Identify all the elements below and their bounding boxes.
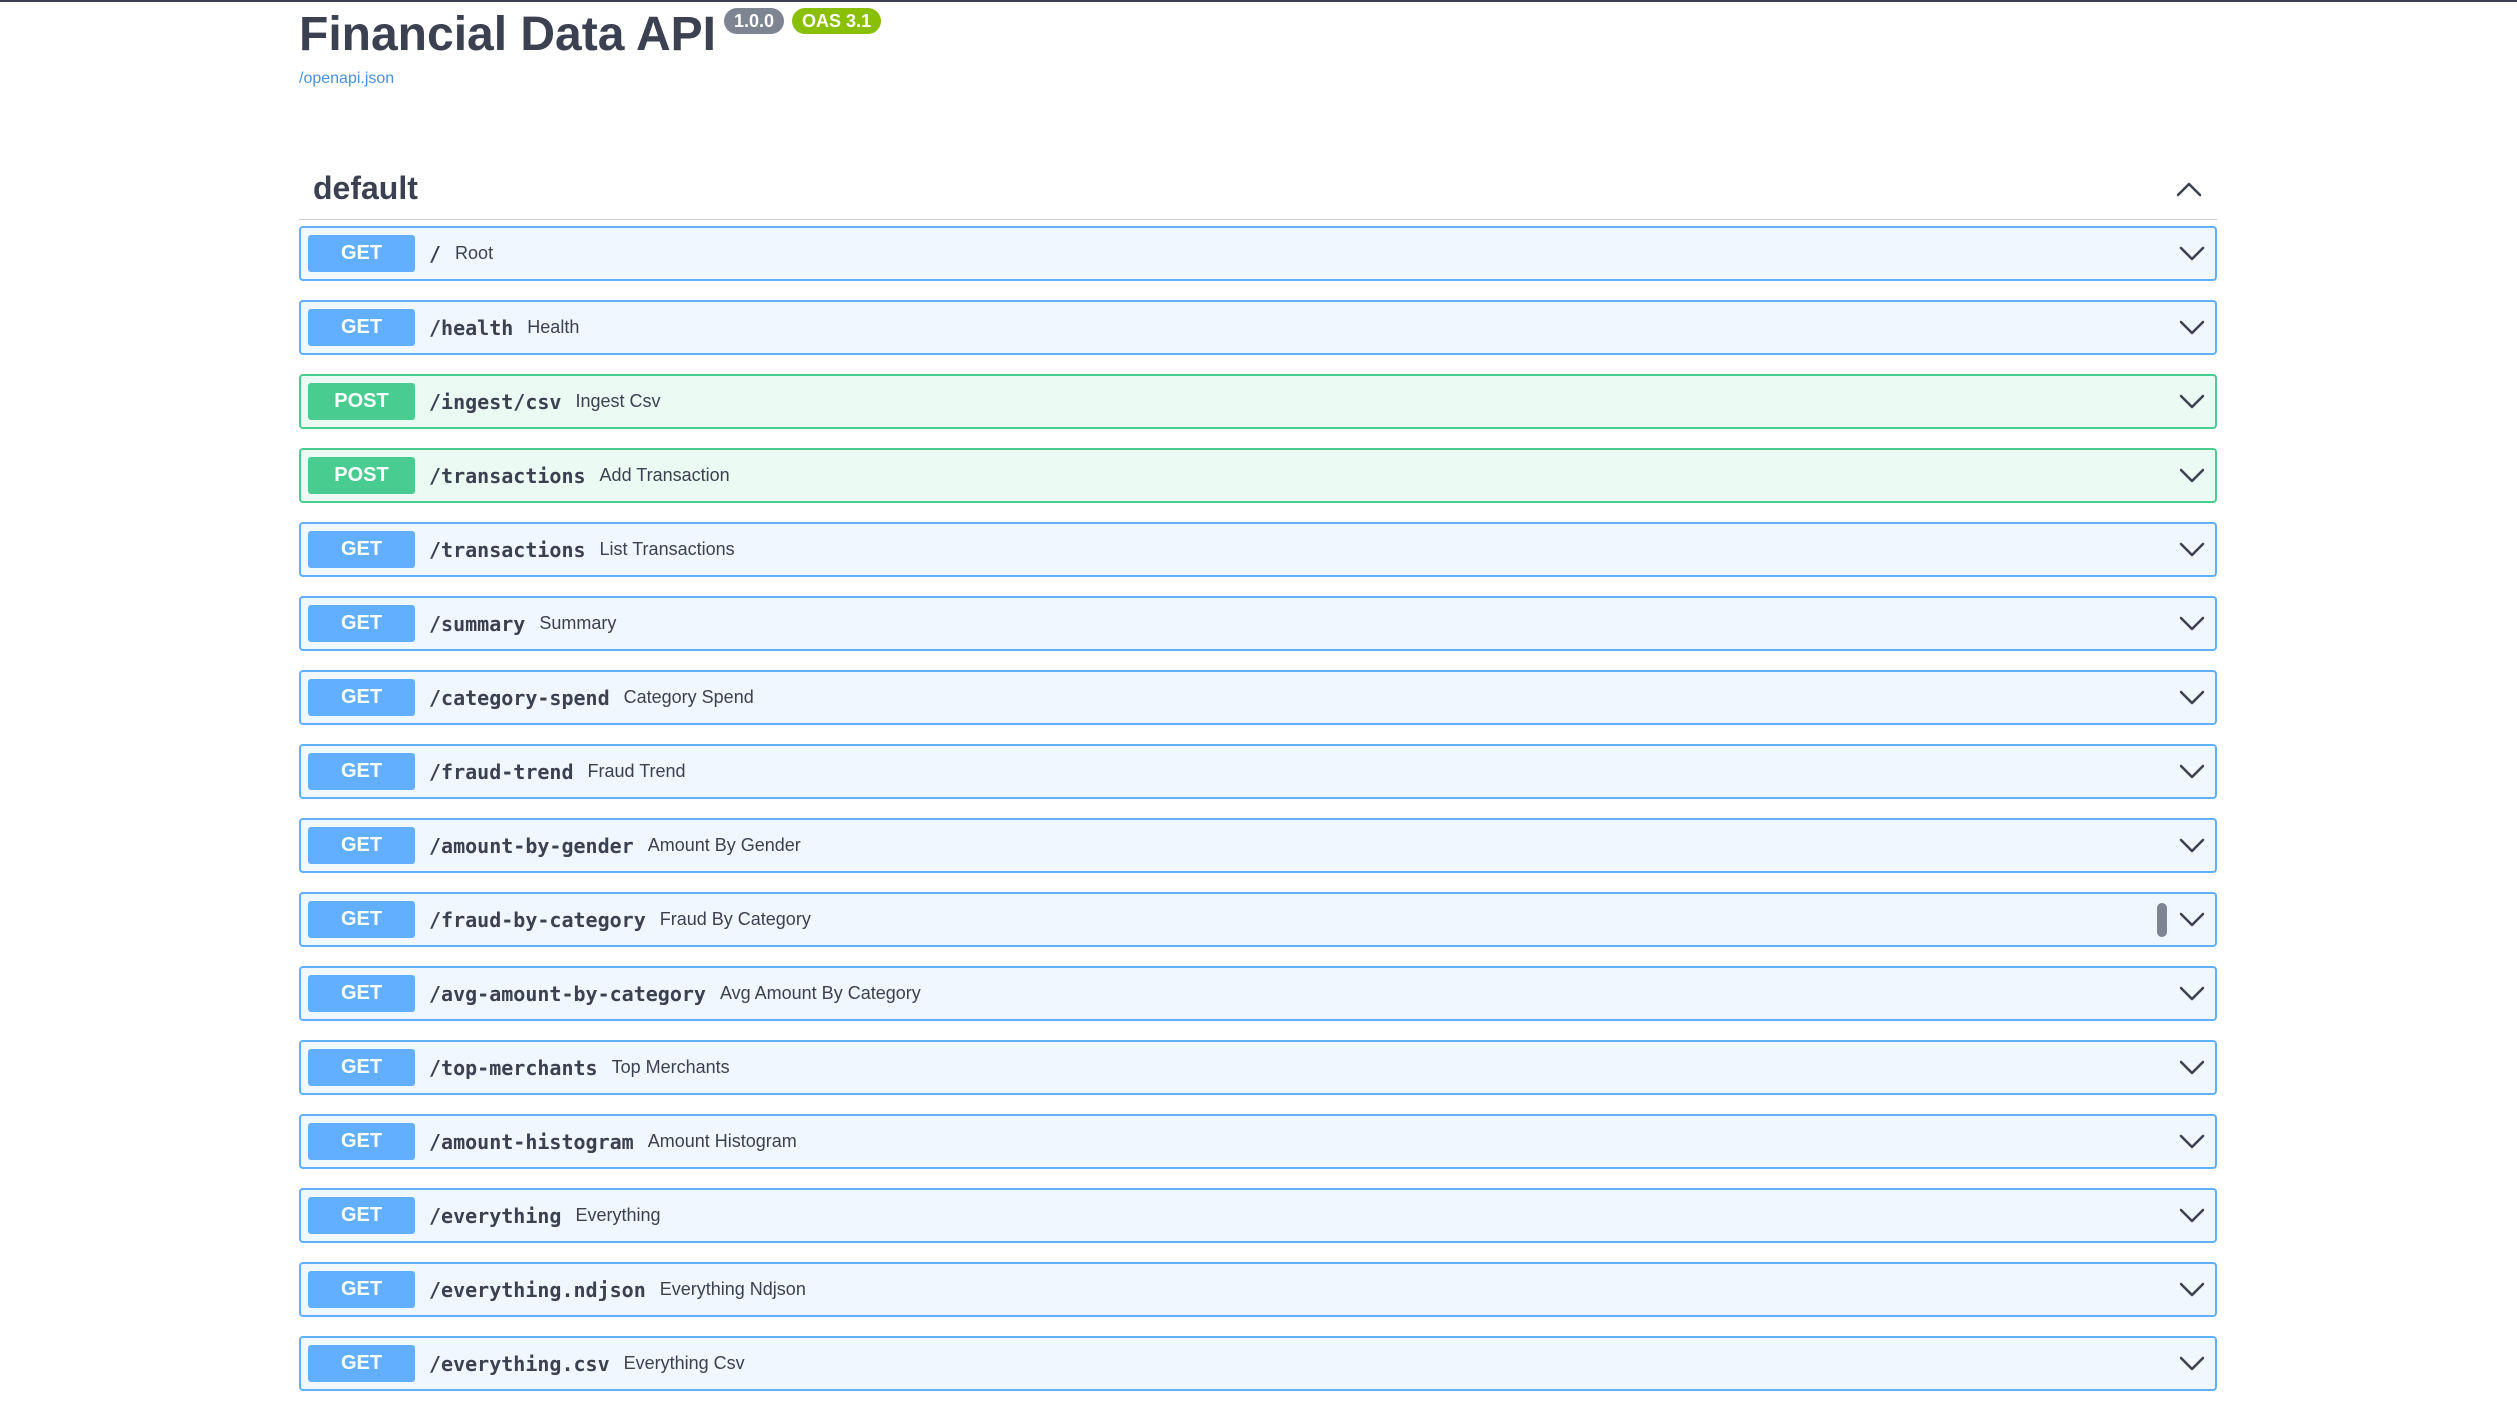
operation-row[interactable]: GET/amount-by-gender Amount By Gender [299,818,2217,873]
method-badge: GET [308,901,415,938]
method-badge: GET [308,1197,415,1234]
endpoint-path: /everything [429,1203,562,1228]
chevron-down-icon[interactable] [2177,905,2207,935]
chevron-down-icon[interactable] [2177,1127,2207,1157]
title-row: Financial Data API 1.0.0 OAS 3.1 [299,6,882,64]
operation-row[interactable]: GET/everything.csv Everything Csv [299,1336,2217,1391]
method-badge: GET [308,679,415,716]
endpoint-summary: Amount By Gender [647,835,801,855]
endpoint-summary: Root [455,243,494,263]
endpoint-summary: Amount Histogram [647,1131,797,1151]
operation-row[interactable]: GET/fraud-by-category Fraud By Category [299,892,2217,947]
operation-row[interactable]: GET/summary Summary [299,596,2217,651]
endpoint-summary: Avg Amount By Category [719,983,921,1003]
operation-row[interactable]: POST/ingest/csv Ingest Csv [299,374,2217,429]
method-badge: GET [308,975,415,1012]
endpoint-path: /health [429,315,514,340]
endpoint-summary: Top Merchants [611,1057,730,1077]
endpoint-path: /summary [429,611,526,636]
operation-row[interactable]: GET/amount-histogram Amount Histogram [299,1114,2217,1169]
endpoint-path: /everything.csv [429,1351,610,1376]
method-badge: POST [308,457,415,494]
endpoint-summary: Everything Csv [623,1353,745,1373]
chevron-down-icon[interactable] [2177,387,2207,417]
endpoint-summary: Everything [575,1205,661,1225]
endpoint-path: /amount-by-gender [429,833,634,858]
endpoint-path: /transactions [429,537,586,562]
chevron-up-icon[interactable] [2175,175,2203,203]
openapi-json-link[interactable]: /openapi.json [299,70,881,88]
chevron-down-icon[interactable] [2177,1053,2207,1083]
operation-row[interactable]: GET/transactions List Transactions [299,522,2217,577]
chevron-down-icon[interactable] [2177,979,2207,1009]
method-badge: GET [308,531,415,568]
tag-header-default[interactable]: default [299,158,2217,220]
operation-row[interactable]: GET/fraud-trend Fraud Trend [299,744,2217,799]
chevron-down-icon[interactable] [2177,313,2207,343]
method-badge: GET [308,1049,415,1086]
api-info: Financial Data API 1.0.0 OAS 3.1 /openap… [299,6,882,88]
chevron-down-icon[interactable] [2177,1349,2207,1379]
operation-row[interactable]: POST/transactions Add Transaction [299,448,2217,503]
tag-name: default [313,170,418,206]
endpoint-summary: Everything Ndjson [659,1279,806,1299]
chevron-down-icon[interactable] [2177,461,2207,491]
chevron-down-icon[interactable] [2177,535,2207,565]
chevron-down-icon[interactable] [2177,1201,2207,1231]
operation-row[interactable]: GET/top-merchants Top Merchants [299,1040,2217,1095]
endpoint-path: /category-spend [429,685,610,710]
endpoint-path: /fraud-trend [429,759,574,784]
chevron-down-icon[interactable] [2177,831,2207,861]
endpoint-summary: Add Transaction [599,465,730,485]
chevron-down-icon[interactable] [2177,239,2207,269]
chevron-down-icon[interactable] [2177,1275,2207,1305]
oas-badge: OAS 3.1 [792,8,882,34]
method-badge: POST [308,383,415,420]
method-badge: GET [308,753,415,790]
operation-row[interactable]: GET/category-spend Category Spend [299,670,2217,725]
method-badge: GET [308,235,415,272]
endpoint-summary: Fraud By Category [659,909,811,929]
operation-row[interactable]: GET/avg-amount-by-category Avg Amount By … [299,966,2217,1021]
operation-row[interactable]: GET / Root [299,226,2217,281]
top-rule [0,0,2517,2]
endpoint-path: /ingest/csv [429,389,562,414]
scroll-handle-icon[interactable] [2157,902,2167,937]
endpoint-summary: Category Spend [623,687,754,707]
api-title: Financial Data API [299,8,716,61]
operations-list: GET / Root GET/health Health POST/ingest/csv I… [299,226,2217,1391]
endpoint-path: /transactions [429,463,586,488]
method-badge: GET [308,309,415,346]
chevron-down-icon[interactable] [2177,609,2207,639]
method-badge: GET [308,1123,415,1160]
endpoint-summary: Health [527,317,580,337]
operations-section: default GET / Root GET/health Health POST/ing… [299,158,2217,1410]
endpoint-path: /everything.ndjson [429,1277,646,1302]
operation-row[interactable]: GET/everything Everything [299,1188,2217,1243]
operation-row[interactable]: GET/everything.ndjson Everything Ndjson [299,1262,2217,1317]
endpoint-path: /fraud-by-category [429,907,646,932]
chevron-down-icon[interactable] [2177,757,2207,787]
endpoint-summary: Fraud Trend [587,761,686,781]
endpoint-path: / [429,241,442,266]
chevron-down-icon[interactable] [2177,683,2207,713]
endpoint-path: /amount-histogram [429,1129,634,1154]
version-badge: 1.0.0 [724,8,785,34]
method-badge: GET [308,605,415,642]
endpoint-summary: Ingest Csv [575,391,661,411]
endpoint-summary: List Transactions [599,539,735,559]
method-badge: GET [308,1345,415,1382]
endpoint-summary: Summary [539,613,617,633]
operation-row[interactable]: GET/health Health [299,300,2217,355]
method-badge: GET [308,827,415,864]
endpoint-path: /top-merchants [429,1055,598,1080]
endpoint-path: /avg-amount-by-category [429,981,706,1006]
method-badge: GET [308,1271,415,1308]
